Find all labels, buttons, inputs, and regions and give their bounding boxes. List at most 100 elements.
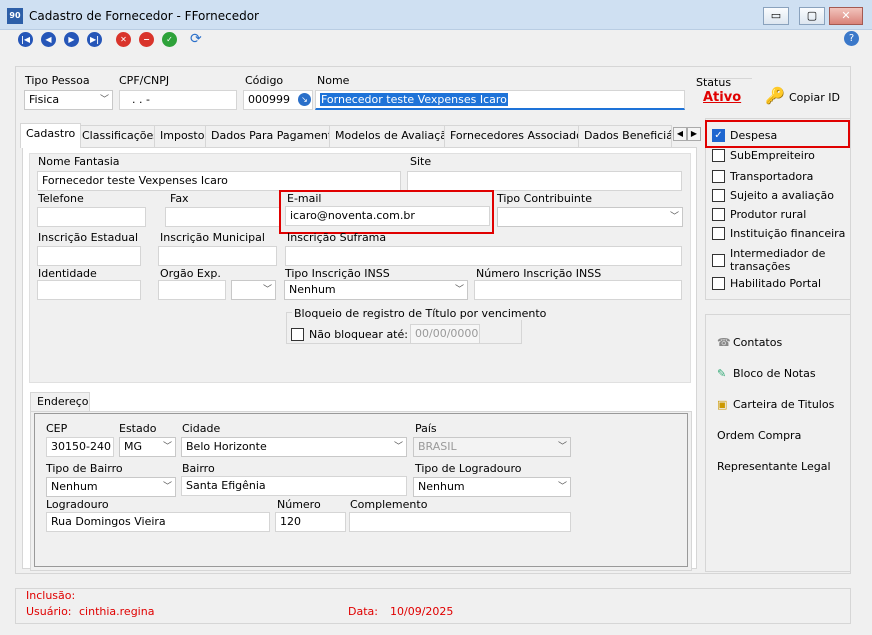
tipo-bairro-value: Nenhum <box>51 480 98 493</box>
tipo-bairro-label: Tipo de Bairro <box>46 462 123 475</box>
orgao-uf-select[interactable]: ﹀ <box>231 280 276 300</box>
tab-dados-beneficiario[interactable]: Dados Beneficiáric <box>578 125 672 147</box>
chevron-down-icon: ﹀ <box>162 442 172 452</box>
representante-legal-link[interactable]: Representante Legal <box>717 460 831 473</box>
tab-fornecedores-associados[interactable]: Fornecedores Associados <box>444 125 595 147</box>
fax-input[interactable] <box>165 207 281 227</box>
subempreiteiro-checkbox[interactable] <box>712 149 725 162</box>
chevron-down-icon: ﹀ <box>557 442 567 452</box>
help-icon[interactable]: ? <box>844 31 859 46</box>
tab-dados-pagamento[interactable]: Dados Para Pagamento <box>205 125 345 147</box>
contatos-link[interactable]: ☎ Contatos <box>717 336 782 349</box>
inscricao-estadual-label: Inscrição Estadual <box>38 231 139 244</box>
tab-cadastro[interactable]: Cadastro <box>20 123 82 148</box>
numero-inss-input[interactable] <box>474 280 682 300</box>
transportadora-checkbox[interactable] <box>712 170 725 183</box>
numero-input[interactable]: 120 <box>275 512 346 532</box>
chevron-down-icon: ﹀ <box>454 285 464 295</box>
ordem-compra-link[interactable]: Ordem Compra <box>717 429 801 442</box>
tab-scroll-left-icon[interactable]: ◀ <box>673 127 687 141</box>
estado-select[interactable]: MG ﹀ <box>119 437 176 457</box>
contatos-label: Contatos <box>733 336 783 349</box>
actions-panel <box>705 314 851 572</box>
usuario-value: cinthia.regina <box>79 605 155 618</box>
telefone-input[interactable] <box>37 207 146 227</box>
copy-id-button[interactable]: 🔑 Copiar ID <box>763 84 843 110</box>
wallet-icon: ▣ <box>717 398 728 411</box>
instituicao-financeira-checkbox[interactable] <box>712 227 725 240</box>
search-icon[interactable]: ↘ <box>298 93 311 106</box>
tab-scroll-right-icon[interactable]: ▶ <box>687 127 701 141</box>
site-input[interactable] <box>407 171 682 191</box>
bairro-input[interactable]: Santa Efigênia <box>181 476 407 496</box>
phone-icon: ☎ <box>717 336 731 349</box>
tipo-inss-select[interactable]: Nenhum ﹀ <box>284 280 468 300</box>
inscricao-municipal-input[interactable] <box>158 246 277 266</box>
habilitado-portal-label: Habilitado Portal <box>730 277 822 290</box>
estado-value: MG <box>124 440 143 453</box>
inscricao-estadual-input[interactable] <box>37 246 141 266</box>
email-input[interactable]: icaro@noventa.com.br <box>285 206 490 226</box>
first-record-icon[interactable]: |◀ <box>18 32 33 47</box>
refresh-icon[interactable]: ⟳ <box>190 31 202 47</box>
tipo-pessoa-value: Fisica <box>29 93 60 106</box>
status-value: Ativo <box>703 90 742 105</box>
despesa-checkbox[interactable]: ✓ <box>712 129 725 142</box>
chevron-down-icon: ﹀ <box>669 212 679 222</box>
next-record-icon[interactable]: ▶ <box>64 32 79 47</box>
orgao-exp-label: Orgão Exp. <box>160 267 221 280</box>
nao-bloquear-date-input[interactable]: 00/00/0000 <box>410 324 480 344</box>
cep-label: CEP <box>46 422 68 435</box>
estado-label: Estado <box>119 422 157 435</box>
cancel-icon[interactable]: ✕ <box>116 32 131 47</box>
complemento-input[interactable] <box>349 512 571 532</box>
orgao-exp-input[interactable] <box>158 280 226 300</box>
prev-record-icon[interactable]: ◀ <box>41 32 56 47</box>
transportadora-label: Transportadora <box>730 170 814 183</box>
identidade-input[interactable] <box>37 280 141 300</box>
carteira-titulos-link[interactable]: ▣ Carteira de Titulos <box>717 398 834 411</box>
tipo-contribuinte-select[interactable]: ﹀ <box>497 207 683 227</box>
tab-imposto[interactable]: Imposto <box>154 125 211 147</box>
fax-label: Fax <box>170 192 189 205</box>
cpf-input[interactable]: . . - <box>119 90 237 110</box>
last-record-icon[interactable]: ▶| <box>87 32 102 47</box>
email-label: E-mail <box>287 192 322 205</box>
confirm-icon[interactable]: ✓ <box>162 32 177 47</box>
delete-icon[interactable]: − <box>139 32 154 47</box>
intermediador-checkbox[interactable] <box>712 254 725 267</box>
close-button[interactable]: ✕ <box>829 7 863 25</box>
cpf-label: CPF/CNPJ <box>119 74 170 87</box>
notepad-icon: ✎ <box>717 367 727 380</box>
tipo-logradouro-select[interactable]: Nenhum ﹀ <box>413 477 571 497</box>
logradouro-input[interactable]: Rua Domingos Vieira <box>46 512 270 532</box>
cidade-select[interactable]: Belo Horizonte ﹀ <box>181 437 407 457</box>
logradouro-label: Logradouro <box>46 498 109 511</box>
app-logo-icon: 90 <box>7 8 23 24</box>
bloco-notas-link[interactable]: ✎ Bloco de Notas <box>717 367 816 380</box>
cep-input[interactable]: 30150-240 <box>46 437 114 457</box>
bloqueio-label: Bloqueio de registro de Título por venci… <box>292 307 549 320</box>
endereco-tab[interactable]: Endereço <box>30 392 90 412</box>
site-label: Site <box>410 155 432 168</box>
instituicao-financeira-label: Instituição financeira <box>730 227 846 240</box>
maximize-button[interactable]: ▢ <box>799 7 825 25</box>
tipo-bairro-select[interactable]: Nenhum ﹀ <box>46 477 176 497</box>
tipo-pessoa-select[interactable]: Fisica ﹀ <box>24 90 113 110</box>
chevron-down-icon: ﹀ <box>393 442 403 452</box>
nome-input[interactable]: Fornecedor teste Vexpenses Icaro <box>315 90 685 110</box>
cidade-value: Belo Horizonte <box>186 440 267 453</box>
sujeito-avaliacao-checkbox[interactable] <box>712 189 725 202</box>
habilitado-portal-checkbox[interactable] <box>712 277 725 290</box>
minimize-button[interactable]: ▭ <box>763 7 789 25</box>
nome-fantasia-input[interactable]: Fornecedor teste Vexpenses Icaro <box>37 171 401 191</box>
tab-modelos-avaliacao[interactable]: Modelos de Avaliação <box>329 125 460 147</box>
produtor-rural-checkbox[interactable] <box>712 208 725 221</box>
identidade-label: Identidade <box>38 267 97 280</box>
produtor-rural-label: Produtor rural <box>730 208 807 221</box>
inscricao-suframa-input[interactable] <box>285 246 682 266</box>
tab-classificacoes[interactable]: Classificações <box>76 125 165 147</box>
pais-select[interactable]: BRASIL ﹀ <box>413 437 571 457</box>
nao-bloquear-checkbox[interactable] <box>291 328 304 341</box>
chevron-down-icon: ﹀ <box>262 285 272 295</box>
